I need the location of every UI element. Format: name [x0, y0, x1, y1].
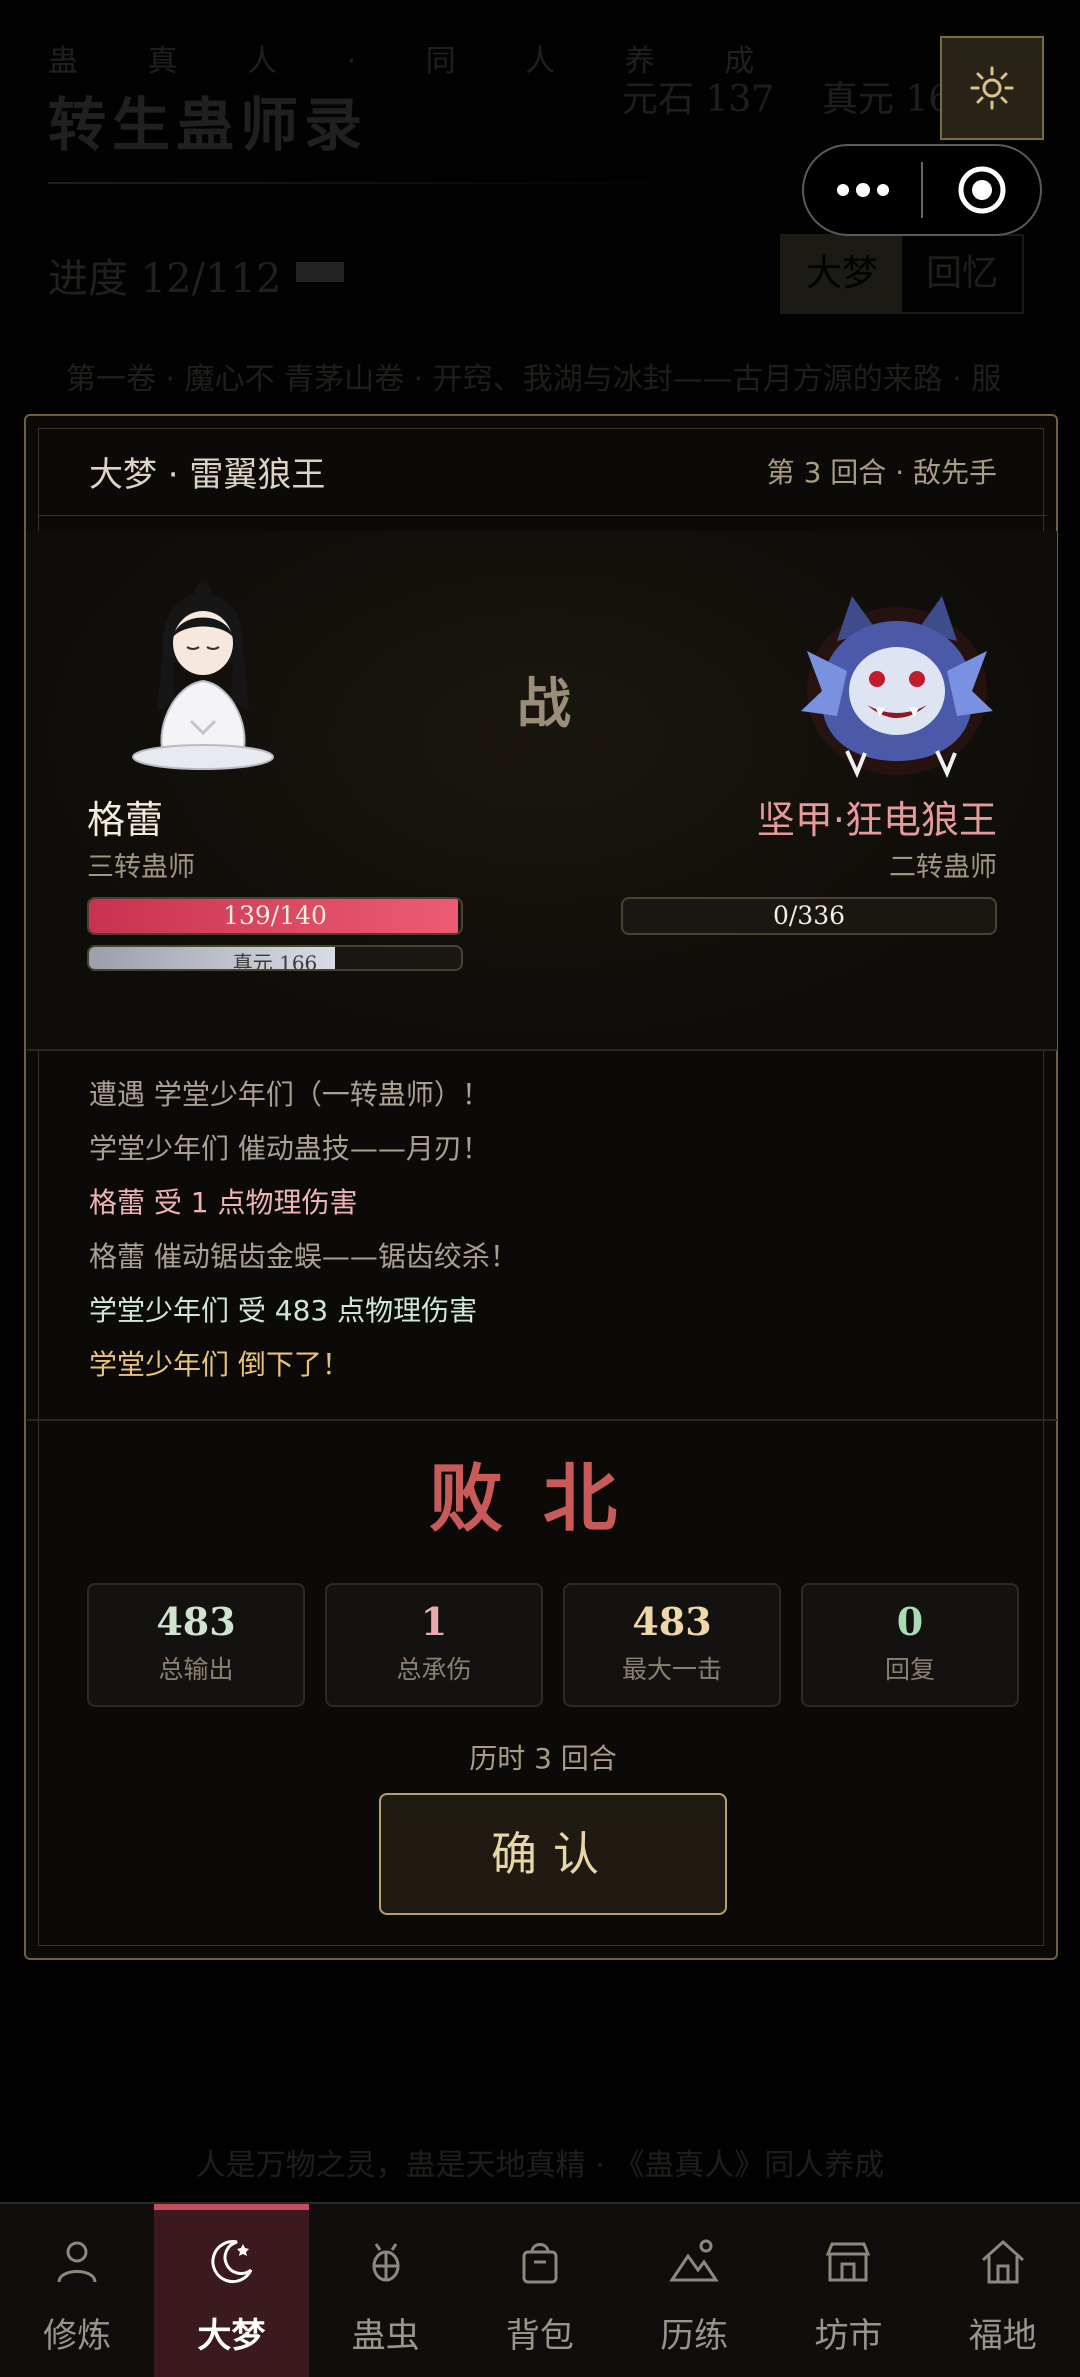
miniprogram-capsule	[802, 144, 1042, 236]
enemy-rank: 二转蛊师	[889, 852, 997, 883]
nav-item-blessed-land[interactable]: 福地	[926, 2204, 1080, 2377]
moon-icon	[211, 2240, 253, 2284]
zhenyuan-counter: 真元 16	[822, 79, 952, 120]
nav-item-cultivate[interactable]: 修炼	[0, 2204, 154, 2377]
nav-label: 福地	[968, 2316, 1037, 2356]
stat-label: 总输出	[158, 1655, 234, 1684]
player-hp-text: 139/140	[223, 901, 327, 930]
footer-motto: 人是万物之灵，蛊是天地真精 · 《蛊真人》同人养成	[195, 2148, 885, 2183]
more-dots-icon	[836, 183, 889, 197]
log-line: 格蕾 催动锯齿金蜈——锯齿绞杀！	[89, 1240, 518, 1273]
person-icon	[57, 2241, 97, 2283]
stat-value: 1	[420, 1599, 448, 1644]
battle-log: 遭遇 学堂少年们（一转蛊师）！ 学堂少年们 催动蛊技——月刃！ 格蕾 受 1 点…	[27, 1049, 1057, 1421]
nav-item-backpack[interactable]: 背包	[463, 2204, 617, 2377]
versus-label: 战	[517, 671, 571, 735]
nav-label: 背包	[505, 2316, 574, 2356]
mountain-icon	[669, 2239, 719, 2282]
log-line: 遭遇 学堂少年们（一转蛊师）！	[89, 1078, 490, 1111]
mode-tabs: 大梦 回忆	[780, 234, 1024, 314]
battle-modal-inner: 大梦 · 雷翼狼王 第 3 回合 · 敌先手 战 格蕾 三转蛊师 坚甲·狂电狼王…	[27, 428, 1057, 1946]
app-title: 转生蛊师录	[48, 91, 369, 159]
log-line: 学堂少年们 倒下了！	[89, 1348, 350, 1381]
battle-title: 大梦 · 雷翼狼王	[89, 455, 326, 495]
enemy-avatar	[801, 596, 993, 779]
log-line: 格蕾 受 1 点物理伤害	[89, 1186, 358, 1219]
player-avatar	[132, 583, 274, 770]
tab-dream[interactable]: 大梦	[782, 236, 902, 312]
sun-icon	[970, 66, 1014, 110]
nav-label: 修炼	[43, 2316, 112, 2356]
stat-value: 483	[632, 1599, 712, 1644]
shop-icon	[826, 2242, 871, 2282]
player-name: 格蕾	[87, 798, 164, 842]
progress-label: 进度 12/112	[48, 256, 282, 302]
bug-icon	[372, 2243, 400, 2282]
bag-icon	[522, 2243, 558, 2284]
settings-button[interactable]	[940, 36, 1044, 140]
stat-max-hit: 483 最大一击	[563, 1583, 781, 1707]
round-info: 第 3 回合 · 敌先手	[766, 456, 997, 489]
confirm-button[interactable]: 确认	[379, 1793, 727, 1915]
close-miniprogram-button[interactable]	[923, 146, 1040, 234]
battle-result: 败北	[429, 1456, 657, 1542]
stat-total-damage-taken: 1 总承伤	[325, 1583, 543, 1707]
nav-label: 蛊虫	[351, 2316, 420, 2356]
battle-header: 大梦 · 雷翼狼王 第 3 回合 · 敌先手	[39, 429, 1047, 516]
bottom-nav: 修炼 大梦 蛊虫 背包 历练 坊市 福地	[0, 2202, 1080, 2377]
yuanshi-counter: 元石 137	[622, 79, 775, 120]
battle-arena: 战 格蕾 三转蛊师 坚甲·狂电狼王 二转蛊师 139/140 真元 166 0/…	[27, 531, 1057, 1051]
battle-modal: 大梦 · 雷翼狼王 第 3 回合 · 敌先手 战 格蕾 三转蛊师 坚甲·狂电狼王…	[24, 414, 1058, 1960]
log-line: 学堂少年们 受 483 点物理伤害	[89, 1294, 478, 1327]
nav-item-gu-worms[interactable]: 蛊虫	[309, 2204, 463, 2377]
chapter-line: 第一卷 · 魔心不 青茅山卷 · 开窍、我湖与冰封——古月方源的来路 · 服	[66, 362, 1002, 397]
target-icon	[958, 166, 1005, 214]
battle-duration: 历时 3 回合	[469, 1742, 617, 1775]
stat-label: 最大一击	[621, 1655, 722, 1684]
player-zhenyuan-bar: 真元 166	[87, 945, 463, 971]
stat-value: 0	[896, 1599, 924, 1644]
player-hp-bar: 139/140	[87, 897, 463, 935]
stat-total-output: 483 总输出	[87, 1583, 305, 1707]
stat-label: 总承伤	[396, 1655, 472, 1684]
nav-item-dream[interactable]: 大梦	[154, 2204, 309, 2377]
home-icon	[981, 2239, 1024, 2284]
log-line: 学堂少年们 催动蛊技——月刃！	[89, 1132, 490, 1165]
stat-recovery: 0 回复	[801, 1583, 1019, 1707]
progress-bar	[296, 262, 344, 282]
player-rank: 三转蛊师	[87, 852, 195, 883]
tab-memory[interactable]: 回忆	[902, 236, 1022, 312]
enemy-hp-text: 0/336	[772, 901, 846, 930]
enemy-hp-bar: 0/336	[621, 897, 997, 935]
nav-label: 历练	[660, 2316, 729, 2356]
stat-value: 483	[156, 1599, 236, 1644]
title-divider	[48, 182, 678, 184]
nav-label: 坊市	[814, 2316, 883, 2356]
enemy-name: 坚甲·狂电狼王	[756, 798, 997, 842]
player-zhenyuan-text: 真元 166	[232, 951, 318, 971]
nav-item-training[interactable]: 历练	[617, 2204, 771, 2377]
more-button[interactable]	[804, 146, 921, 234]
nav-item-market[interactable]: 坊市	[771, 2204, 925, 2377]
stat-label: 回复	[884, 1655, 935, 1684]
nav-label: 大梦	[197, 2316, 266, 2356]
